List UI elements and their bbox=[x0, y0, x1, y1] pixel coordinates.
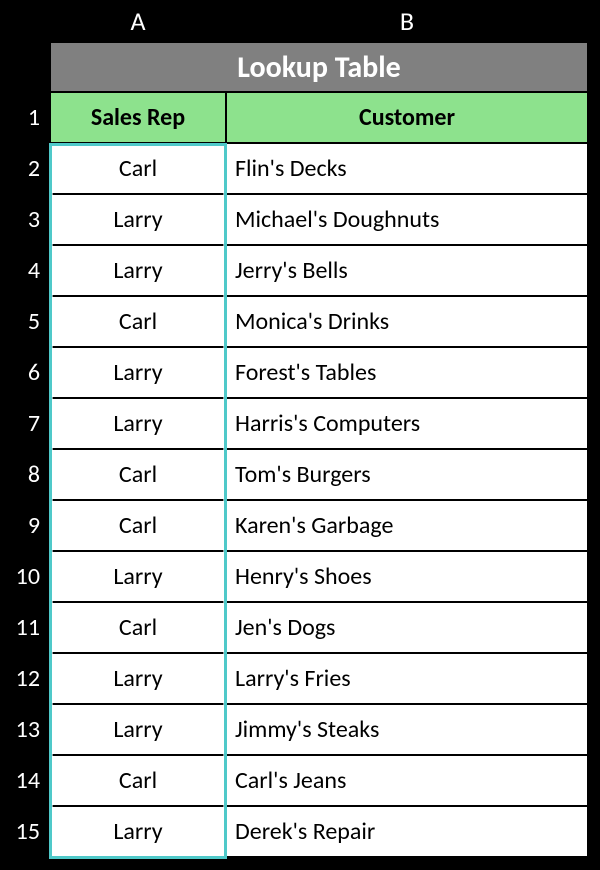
cell-customer[interactable]: Michael's Doughnuts bbox=[226, 194, 588, 245]
cell-sales-rep[interactable]: Larry bbox=[50, 194, 226, 245]
row-number[interactable]: 15 bbox=[0, 806, 50, 857]
row-number[interactable]: 5 bbox=[0, 296, 50, 347]
cell-sales-rep[interactable]: Larry bbox=[50, 398, 226, 449]
cell-customer[interactable]: Larry's Fries bbox=[226, 653, 588, 704]
cell-sales-rep[interactable]: Carl bbox=[50, 296, 226, 347]
cell-sales-rep[interactable]: Larry bbox=[50, 347, 226, 398]
header-customer[interactable]: Customer bbox=[226, 92, 588, 143]
table-row: 8 Carl Tom's Burgers bbox=[0, 449, 600, 500]
table-row: 14 Carl Carl's Jeans bbox=[0, 755, 600, 806]
spreadsheet: A B Lookup Table 1 Sales Rep Customer 2 … bbox=[0, 0, 600, 870]
row-number[interactable]: 7 bbox=[0, 398, 50, 449]
cell-customer[interactable]: Jimmy's Steaks bbox=[226, 704, 588, 755]
table-row: 3 Larry Michael's Doughnuts bbox=[0, 194, 600, 245]
column-header-b[interactable]: B bbox=[226, 5, 588, 37]
header-row: 1 Sales Rep Customer bbox=[0, 92, 600, 143]
header-sales-rep[interactable]: Sales Rep bbox=[50, 92, 226, 143]
cell-customer[interactable]: Forest's Tables bbox=[226, 347, 588, 398]
cell-customer[interactable]: Karen's Garbage bbox=[226, 500, 588, 551]
row-number[interactable]: 13 bbox=[0, 704, 50, 755]
table-row: 7 Larry Harris's Computers bbox=[0, 398, 600, 449]
table-title[interactable]: Lookup Table bbox=[50, 42, 588, 92]
cell-sales-rep[interactable]: Larry bbox=[50, 551, 226, 602]
table-row: 13 Larry Jimmy's Steaks bbox=[0, 704, 600, 755]
cell-sales-rep[interactable]: Larry bbox=[50, 806, 226, 857]
cell-sales-rep[interactable]: Larry bbox=[50, 653, 226, 704]
table-row: 6 Larry Forest's Tables bbox=[0, 347, 600, 398]
cell-customer[interactable]: Monica's Drinks bbox=[226, 296, 588, 347]
row-number[interactable]: 11 bbox=[0, 602, 50, 653]
cell-customer[interactable]: Flin's Decks bbox=[226, 143, 588, 194]
row-number[interactable]: 14 bbox=[0, 755, 50, 806]
column-header-row: A B bbox=[0, 0, 600, 42]
table-row: 9 Carl Karen's Garbage bbox=[0, 500, 600, 551]
row-number[interactable]: 1 bbox=[0, 92, 50, 143]
cell-customer[interactable]: Carl's Jeans bbox=[226, 755, 588, 806]
cell-customer[interactable]: Jerry's Bells bbox=[226, 245, 588, 296]
row-number[interactable]: 8 bbox=[0, 449, 50, 500]
cell-sales-rep[interactable]: Carl bbox=[50, 143, 226, 194]
row-number[interactable]: 3 bbox=[0, 194, 50, 245]
table-row: 15 Larry Derek's Repair bbox=[0, 806, 600, 857]
cell-customer[interactable]: Harris's Computers bbox=[226, 398, 588, 449]
cell-customer[interactable]: Jen's Dogs bbox=[226, 602, 588, 653]
cell-sales-rep[interactable]: Larry bbox=[50, 245, 226, 296]
table-row: 5 Carl Monica's Drinks bbox=[0, 296, 600, 347]
cell-sales-rep[interactable]: Carl bbox=[50, 755, 226, 806]
table-row: 10 Larry Henry's Shoes bbox=[0, 551, 600, 602]
cell-customer[interactable]: Tom's Burgers bbox=[226, 449, 588, 500]
column-header-a[interactable]: A bbox=[50, 5, 226, 37]
table-row: 4 Larry Jerry's Bells bbox=[0, 245, 600, 296]
corner-gutter bbox=[0, 0, 50, 42]
row-number[interactable]: 2 bbox=[0, 143, 50, 194]
cell-sales-rep[interactable]: Carl bbox=[50, 602, 226, 653]
row-number[interactable]: 9 bbox=[0, 500, 50, 551]
row-number[interactable]: 12 bbox=[0, 653, 50, 704]
cell-customer[interactable]: Derek's Repair bbox=[226, 806, 588, 857]
title-row: Lookup Table bbox=[0, 42, 600, 92]
row-number[interactable]: 4 bbox=[0, 245, 50, 296]
cell-sales-rep[interactable]: Carl bbox=[50, 449, 226, 500]
cell-sales-rep[interactable]: Carl bbox=[50, 500, 226, 551]
table-row: 11 Carl Jen's Dogs bbox=[0, 602, 600, 653]
table-row: 2 Carl Flin's Decks bbox=[0, 143, 600, 194]
row-number[interactable]: 6 bbox=[0, 347, 50, 398]
cell-sales-rep[interactable]: Larry bbox=[50, 704, 226, 755]
cell-customer[interactable]: Henry's Shoes bbox=[226, 551, 588, 602]
row-number[interactable]: 10 bbox=[0, 551, 50, 602]
table-row: 12 Larry Larry's Fries bbox=[0, 653, 600, 704]
row-gutter-title bbox=[0, 42, 50, 92]
